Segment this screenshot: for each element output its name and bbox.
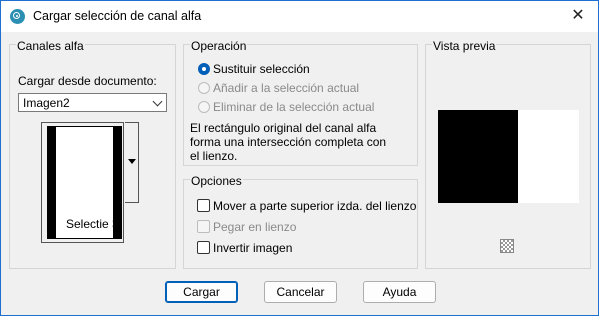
- operacion-title: Operación: [190, 39, 248, 53]
- info-line-3: el lienzo.: [190, 149, 238, 163]
- ayuda-button[interactable]: Ayuda: [363, 281, 436, 303]
- info-line-1: El rectángulo original del canal alfa: [190, 121, 377, 135]
- checkbox-invertir-label[interactable]: Invertir imagen: [213, 241, 292, 255]
- checkbox-mover-label[interactable]: Mover a parte superior izda. del lienzo: [213, 199, 416, 213]
- document-select-value: Imagen2: [23, 96, 70, 110]
- triangle-down-icon: [128, 159, 136, 164]
- radio-anadir[interactable]: [198, 82, 210, 94]
- preview-image: [438, 110, 518, 203]
- cargar-button[interactable]: Cargar: [165, 281, 238, 303]
- radio-anadir-label[interactable]: Añadir a la selección actual: [213, 81, 359, 95]
- load-from-document-label: Cargar desde documento:: [18, 74, 157, 88]
- opciones-title: Opciones: [190, 174, 243, 188]
- document-select[interactable]: Imagen2: [18, 93, 167, 112]
- radio-sustituir[interactable]: [198, 63, 210, 75]
- title-bar[interactable]: Cargar selección de canal alfa ✕: [1, 1, 598, 32]
- radio-eliminar-label[interactable]: Eliminar de la selección actual: [213, 100, 374, 114]
- thumbnail-dropdown-button[interactable]: [125, 122, 139, 203]
- radio-sustituir-label[interactable]: Sustituir selección: [213, 62, 310, 76]
- checkbox-invertir[interactable]: [197, 241, 210, 254]
- chevron-down-icon: [152, 96, 163, 107]
- checkerboard-zoom-icon[interactable]: [500, 239, 514, 253]
- close-icon[interactable]: ✕: [566, 5, 590, 27]
- vista-previa-title: Vista previa: [432, 39, 497, 53]
- selection-name: Selectie 3: [66, 217, 119, 231]
- window-title: Cargar selección de canal alfa: [33, 9, 202, 23]
- radio-eliminar[interactable]: [198, 101, 210, 113]
- info-line-2: forma una intersección completa con: [190, 135, 387, 149]
- checkbox-pegar[interactable]: [197, 220, 210, 233]
- checkbox-pegar-label[interactable]: Pegar en lienzo: [213, 220, 296, 234]
- app-icon: [10, 9, 25, 24]
- checkbox-mover[interactable]: [197, 199, 210, 212]
- dialog-window: Cargar selección de canal alfa ✕ Canales…: [0, 0, 599, 316]
- canales-alfa-title: Canales alfa: [16, 39, 85, 53]
- preview-image-white: [518, 110, 579, 203]
- cancelar-button[interactable]: Cancelar: [264, 281, 337, 303]
